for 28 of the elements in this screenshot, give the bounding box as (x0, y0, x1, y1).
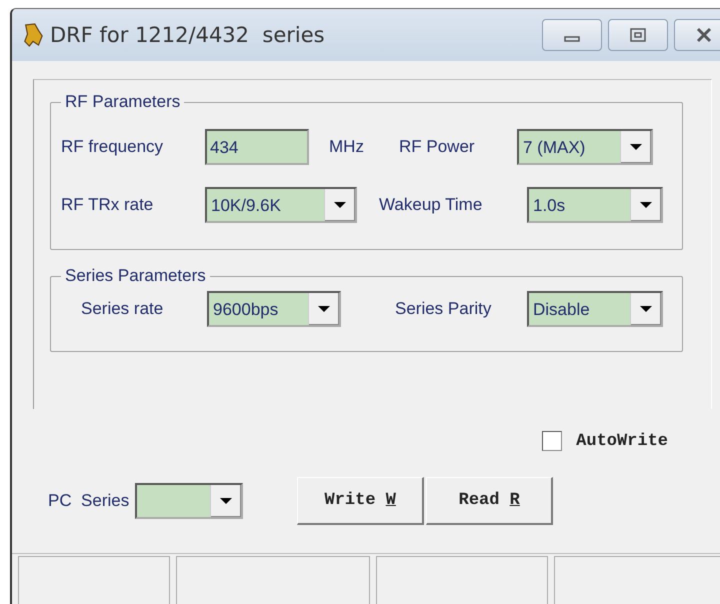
app-icon (22, 22, 44, 48)
field-label: Series rate (81, 299, 164, 319)
write-button[interactable]: Write W (297, 477, 424, 525)
checkbox-label: AutoWrite (576, 432, 668, 450)
trx-rate-dropdown[interactable]: 10K/9.6K (205, 187, 357, 223)
unit-label: MHz (329, 137, 365, 157)
minimize-icon (564, 36, 580, 42)
read-button[interactable]: Read R (426, 477, 554, 525)
maximize-button[interactable] (608, 19, 668, 51)
field-label: Series Parity (395, 299, 492, 319)
series-parity-dropdown[interactable]: Disable (527, 291, 663, 327)
frequency-field[interactable]: 434 (205, 129, 309, 165)
field-label: RF Power (399, 137, 476, 157)
series-rate-dropdown[interactable]: 9600bps (207, 291, 341, 327)
close-icon (694, 27, 714, 43)
group-title: RF Parameters (64, 92, 182, 112)
pc-series-dropdown[interactable] (135, 483, 244, 519)
window-title: DRF for 1212/4432 series (50, 23, 325, 47)
maximize-icon (628, 27, 648, 43)
group-title: Series Parameters (64, 266, 207, 286)
field-label: RF TRx rate (61, 195, 154, 215)
autowrite-checkbox[interactable] (542, 431, 562, 451)
field-label: RF frequency (61, 137, 164, 157)
wakeup-time-dropdown[interactable]: 1.0s (527, 187, 663, 223)
field-label: PC Series (48, 491, 130, 511)
close-button[interactable] (674, 19, 720, 51)
power-dropdown[interactable]: 7 (MAX) (517, 129, 653, 165)
field-label: Wakeup Time (379, 195, 484, 215)
